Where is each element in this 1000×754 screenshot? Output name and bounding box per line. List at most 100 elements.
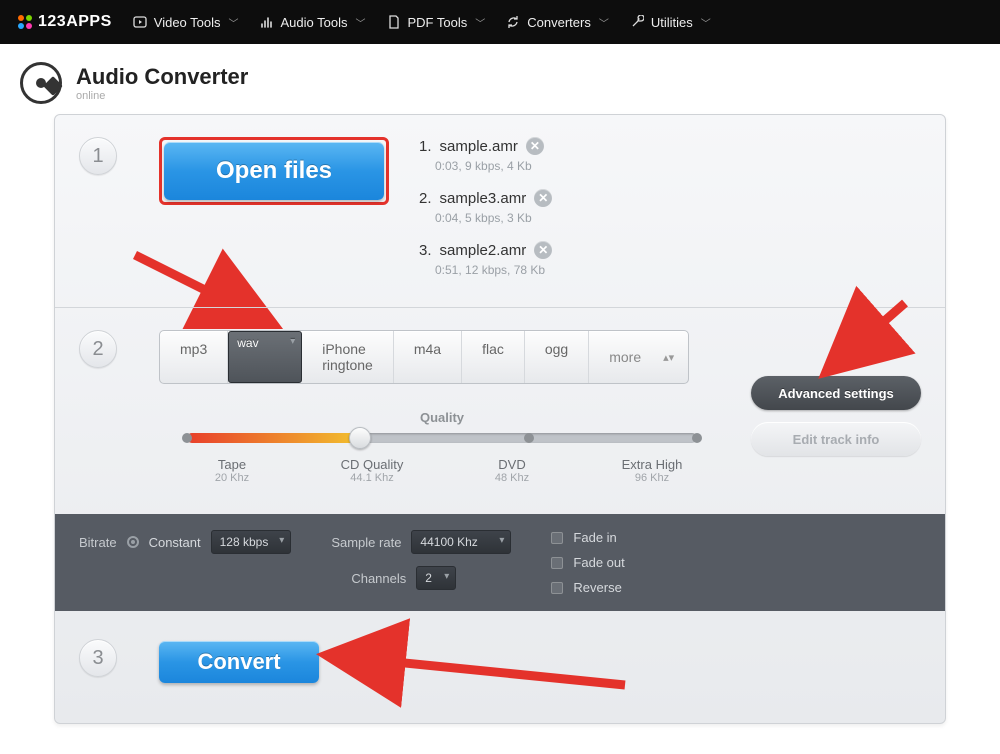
brand-dots-icon [18, 15, 32, 29]
checkbox-icon [551, 582, 563, 594]
slider-tick [524, 433, 534, 443]
step-number-1: 1 [79, 137, 117, 175]
samplerate-group: Sample rate 44100 Khz [331, 530, 511, 554]
nav-label: PDF Tools [408, 15, 468, 30]
remove-file-icon[interactable]: ✕ [534, 241, 552, 259]
annotation-arrow [315, 637, 635, 702]
channels-select[interactable]: 2 [416, 566, 456, 590]
page-subtitle: online [76, 90, 248, 102]
convert-button[interactable]: Convert [159, 641, 319, 683]
top-nav: 123APPS Video Tools﹀ Audio Tools ﹀ PDF To… [0, 0, 1000, 44]
nav-label: Audio Tools [281, 15, 348, 30]
nav-label: Converters [527, 15, 591, 30]
qlab-sub: 20 Khz [187, 472, 277, 484]
sync-icon [505, 14, 521, 30]
open-files-highlight: Open files [159, 137, 389, 205]
converter-panel: 1 Open files 1. sample.amr ✕ 0:03, 9 kbps,… [54, 114, 946, 724]
document-icon [386, 14, 402, 30]
quality-title: Quality [187, 410, 697, 425]
quality-label: Extra High96 Khz [607, 457, 697, 484]
remove-file-icon[interactable]: ✕ [534, 189, 552, 207]
nav-pdf-tools[interactable]: PDF Tools ﹀ [386, 14, 486, 30]
bitrate-label: Bitrate [79, 535, 117, 550]
quality-slider: Quality Tape20 Khz CD Quality44.1 Khz DV… [187, 410, 697, 484]
bitrate-constant-radio[interactable] [127, 536, 139, 548]
file-list: 1. sample.amr ✕ 0:03, 9 kbps, 4 Kb 2. sampl… [419, 137, 552, 277]
nav-label: Utilities [651, 15, 693, 30]
bitrate-select[interactable]: 128 kbps [211, 530, 292, 554]
remove-file-icon[interactable]: ✕ [526, 137, 544, 155]
slider-handle[interactable] [349, 427, 371, 449]
format-m4a[interactable]: m4a [394, 331, 462, 383]
samplerate-select[interactable]: 44100 Khz [411, 530, 511, 554]
format-wav[interactable]: wav [228, 331, 302, 383]
checkbox-icon [551, 532, 563, 544]
qlab-title: Extra High [622, 457, 683, 472]
brand-text: 123APPS [38, 13, 112, 31]
format-more[interactable]: more▴▾ [589, 331, 689, 383]
file-meta: 0:04, 5 kbps, 3 Kb [435, 211, 552, 225]
reverse-check[interactable]: Reverse [551, 580, 624, 595]
file-name: sample.amr [440, 138, 518, 155]
qlab-title: Tape [218, 457, 246, 472]
file-meta: 0:03, 9 kbps, 4 Kb [435, 159, 552, 173]
format-more-label: more [609, 349, 641, 365]
format-flac[interactable]: flac [462, 331, 525, 383]
wrench-icon [629, 14, 645, 30]
fadein-check[interactable]: Fade in [551, 530, 624, 545]
format-bar: mp3 wav iPhone ringtone m4a flac ogg mor… [159, 330, 689, 384]
step-2: 2 mp3 wav iPhone ringtone m4a flac ogg m… [55, 307, 945, 514]
file-name: sample3.amr [440, 190, 527, 207]
fadein-label: Fade in [573, 530, 616, 545]
slider-tick [182, 433, 192, 443]
bitrate-group: Bitrate Constant 128 kbps [79, 530, 291, 554]
step-1: 1 Open files 1. sample.amr ✕ 0:03, 9 kbps,… [55, 115, 945, 307]
file-index: 1. [419, 138, 432, 155]
open-files-button[interactable]: Open files [164, 142, 384, 200]
qlab-sub: 96 Khz [607, 472, 697, 484]
nav-audio-tools[interactable]: Audio Tools ﹀ [259, 14, 366, 30]
side-buttons: Advanced settings Edit track info [751, 376, 921, 456]
file-index: 2. [419, 190, 432, 207]
file-item: 2. sample3.amr ✕ 0:04, 5 kbps, 3 Kb [419, 189, 552, 225]
file-index: 3. [419, 242, 432, 259]
advanced-settings-button[interactable]: Advanced settings [751, 376, 921, 410]
qlab-sub: 44.1 Khz [327, 472, 417, 484]
chevron-down-icon: ﹀ [599, 15, 609, 30]
checkbox-icon [551, 557, 563, 569]
file-item: 3.sample2.amr✕ 0:51, 12 kbps, 78 Kb [419, 241, 552, 277]
step-number-2: 2 [79, 330, 117, 368]
nav-video-tools[interactable]: Video Tools﹀ [132, 14, 239, 30]
quality-label: Tape20 Khz [187, 457, 277, 484]
advanced-settings-bar: Bitrate Constant 128 kbps Sample rate 44… [55, 514, 945, 611]
chevron-down-icon: ﹀ [475, 15, 485, 30]
slider-tick [692, 433, 702, 443]
qlab-sub: 48 Khz [467, 472, 557, 484]
file-name: sample2.amr [440, 242, 527, 259]
edit-track-info-button[interactable]: Edit track info [751, 422, 921, 456]
format-iphone[interactable]: iPhone ringtone [302, 331, 394, 383]
chevron-down-icon: ﹀ [701, 15, 711, 30]
chevron-down-icon: ﹀ [229, 15, 239, 30]
qlab-title: CD Quality [341, 457, 404, 472]
format-ogg[interactable]: ogg [525, 331, 589, 383]
qlab-title: DVD [498, 457, 525, 472]
bitrate-mode-label: Constant [149, 535, 201, 550]
file-item: 1. sample.amr ✕ 0:03, 9 kbps, 4 Kb [419, 137, 552, 173]
step-3: 3 Convert [55, 611, 945, 723]
play-icon [132, 14, 148, 30]
nav-converters[interactable]: Converters ﹀ [505, 14, 609, 30]
step-number-3: 3 [79, 639, 117, 677]
channels-label: Channels [351, 571, 406, 586]
nav-utilities[interactable]: Utilities ﹀ [629, 14, 711, 30]
format-mp3[interactable]: mp3 [160, 331, 228, 383]
page-title: Audio Converter [76, 64, 248, 90]
brand-logo[interactable]: 123APPS [18, 13, 112, 31]
quality-label: CD Quality44.1 Khz [327, 457, 417, 484]
slider-track[interactable] [187, 433, 697, 443]
quality-label: DVD48 Khz [467, 457, 557, 484]
app-logo-icon [20, 62, 62, 104]
equalizer-icon [259, 14, 275, 30]
chevron-down-icon: ﹀ [356, 15, 366, 30]
fadeout-check[interactable]: Fade out [551, 555, 624, 570]
